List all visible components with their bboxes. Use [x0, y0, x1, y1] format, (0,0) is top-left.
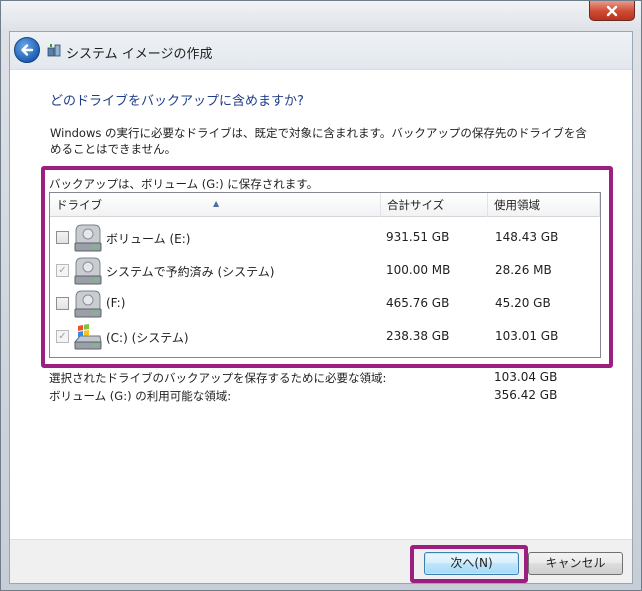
- column-label-total: 合計サイズ: [387, 198, 445, 212]
- next-button[interactable]: 次へ(N): [424, 552, 519, 575]
- drive-name: システムで予約済み (システム): [106, 265, 275, 279]
- column-label-drive: ドライブ: [56, 198, 102, 212]
- windows-drive-icon: [73, 324, 102, 350]
- drive-name: (C:) (システム): [106, 331, 189, 345]
- drive-name: (F:): [106, 296, 126, 310]
- hard-drive-icon: [74, 257, 102, 285]
- drive-total-size: 238.38 GB: [386, 329, 450, 343]
- column-header-total[interactable]: 合計サイズ: [381, 193, 488, 217]
- drive-checkbox[interactable]: [56, 297, 69, 310]
- back-button[interactable]: [14, 37, 40, 63]
- drive-used-space: 103.01 GB: [495, 329, 559, 343]
- drive-row[interactable]: ✓ (C:) (システム) 238.38 GB 103.01 GB: [50, 320, 600, 353]
- drive-name: ボリューム (E:): [106, 232, 191, 246]
- close-icon: [606, 5, 618, 16]
- drive-total-size: 100.00 MB: [386, 263, 451, 277]
- drive-checkbox: ✓: [56, 264, 69, 277]
- cancel-button[interactable]: キャンセル: [528, 552, 623, 575]
- drive-row[interactable]: ボリューム (E:) 931.51 GB 148.43 GB: [50, 221, 600, 254]
- available-space-value: 356.42 GB: [494, 388, 558, 402]
- column-header-used[interactable]: 使用領域: [488, 193, 600, 217]
- drive-list[interactable]: ドライブ ▲ 合計サイズ 使用領域 ボリューム (E:) 931.51 GB 1…: [49, 192, 601, 358]
- description-text: Windows の実行に必要なドライブは、既定で対象に含まれます。バックアップの…: [50, 126, 587, 156]
- wizard-footer: 次へ(N) キャンセル: [10, 539, 632, 583]
- save-location-note: バックアップは、ボリューム (G:) に保存されます。: [49, 177, 319, 191]
- wizard-window: システム イメージの作成 どのドライブをバックアップに含めますか? Window…: [0, 0, 642, 591]
- arrow-left-icon: [21, 44, 34, 56]
- title-bar: [1, 1, 641, 29]
- available-space-label: ボリューム (G:) の利用可能な領域:: [49, 389, 232, 403]
- column-header-drive[interactable]: ドライブ ▲: [50, 193, 381, 217]
- drive-row[interactable]: ✓ システムで予約済み (システム) 100.00 MB 28.26 MB: [50, 254, 600, 287]
- close-button[interactable]: [589, 1, 635, 21]
- drive-total-size: 465.76 GB: [386, 296, 450, 310]
- drive-used-space: 148.43 GB: [495, 230, 559, 244]
- list-header: ドライブ ▲ 合計サイズ 使用領域: [50, 193, 600, 217]
- backup-icon: [47, 44, 61, 57]
- drive-checkbox: ✓: [56, 330, 69, 343]
- required-space-value: 103.04 GB: [494, 370, 558, 384]
- drive-total-size: 931.51 GB: [386, 230, 450, 244]
- sort-ascending-icon: ▲: [213, 199, 220, 208]
- hard-drive-icon: [74, 224, 102, 252]
- column-label-used: 使用領域: [494, 198, 540, 212]
- wizard-header: システム イメージの作成: [10, 32, 632, 70]
- drive-row[interactable]: (F:) 465.76 GB 45.20 GB: [50, 287, 600, 320]
- wizard-content: システム イメージの作成 どのドライブをバックアップに含めますか? Window…: [9, 31, 633, 584]
- drive-checkbox[interactable]: [56, 231, 69, 244]
- window-title: システム イメージの作成: [66, 47, 213, 62]
- drive-used-space: 28.26 MB: [495, 263, 552, 277]
- required-space-label: 選択されたドライブのバックアップを保存するために必要な領域:: [49, 371, 387, 385]
- hard-drive-icon: [74, 290, 102, 318]
- main-instruction: どのドライブをバックアップに含めますか?: [50, 94, 304, 109]
- drive-used-space: 45.20 GB: [495, 296, 551, 310]
